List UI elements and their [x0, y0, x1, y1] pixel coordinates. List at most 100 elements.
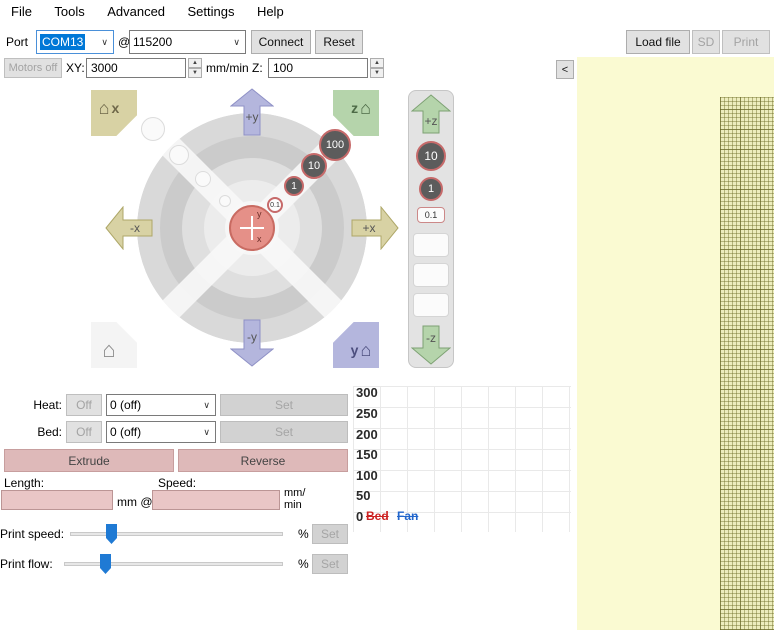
bed-label: Bed:: [37, 425, 62, 439]
port-combobox[interactable]: COM13 ∨: [36, 30, 114, 54]
print-speed-label: Print speed:: [0, 527, 65, 541]
print-flow-percent-label: %: [298, 557, 309, 571]
collapse-panel-button[interactable]: <: [556, 60, 574, 79]
chevron-down-icon[interactable]: ∨: [228, 37, 245, 48]
print-flow-label: Print flow:: [0, 557, 53, 571]
connect-button[interactable]: Connect: [251, 30, 311, 54]
jog-chain-circle: [169, 145, 189, 165]
menu-help[interactable]: Help: [248, 0, 293, 23]
center-x-label: x: [257, 234, 262, 244]
crosshair-icon: [251, 216, 253, 240]
load-file-button[interactable]: Load file: [626, 30, 690, 54]
print-flow-slider-thumb[interactable]: [100, 554, 111, 574]
bed-preset-combobox[interactable]: 0 (off) ∨: [106, 421, 216, 443]
port-combobox-value: COM13: [40, 34, 86, 50]
jog-minus-y-button[interactable]: -y: [230, 319, 274, 367]
bed-preset-value: 0 (off): [110, 425, 142, 439]
print-speed-slider-track[interactable]: [70, 532, 283, 536]
z-distance-0.1[interactable]: 0.1: [417, 207, 445, 223]
minus-y-label: -y: [247, 330, 257, 344]
print-flow-slider-track[interactable]: [64, 562, 283, 566]
minus-z-label: -z: [426, 331, 436, 345]
temperature-graph: 300 250 200 150 100 50 0 Bed Fan: [353, 385, 571, 532]
heat-preset-value: 0 (off): [110, 398, 142, 412]
ytick-100: 100: [356, 468, 378, 483]
spin-down-icon[interactable]: ▼: [188, 68, 202, 78]
ytick-150: 150: [356, 447, 378, 462]
jog-plus-x-button[interactable]: +x: [351, 206, 399, 250]
home-y-label: y: [350, 342, 359, 358]
mm-min-line2: min: [284, 499, 302, 511]
jog-chain-circle: [195, 171, 211, 187]
chevron-down-icon[interactable]: ∨: [96, 37, 113, 48]
spin-up-icon[interactable]: ▲: [188, 58, 202, 68]
z-distance-10[interactable]: 10: [416, 141, 446, 171]
bed-off-button[interactable]: Off: [66, 421, 102, 443]
mm-min-line1: mm/: [284, 487, 306, 499]
jog-minus-z-button[interactable]: -z: [411, 325, 451, 365]
print-flow-set-button[interactable]: Set: [312, 554, 348, 574]
z-step-slot[interactable]: [413, 233, 449, 257]
jog-minus-x-button[interactable]: -x: [105, 206, 153, 250]
speed-label: Speed:: [158, 476, 197, 490]
extrude-speed-input[interactable]: [152, 490, 280, 510]
print-speed-slider-thumb[interactable]: [106, 524, 117, 544]
jog-distance-0.1[interactable]: 0.1: [267, 197, 283, 213]
z-step-slot[interactable]: [413, 293, 449, 317]
plus-x-label: +x: [362, 221, 375, 235]
jog-distance-100[interactable]: 100: [319, 129, 351, 161]
jog-distance-1[interactable]: 1: [284, 176, 304, 196]
chevron-down-icon[interactable]: ∨: [198, 427, 215, 438]
plus-y-label: +y: [245, 110, 258, 124]
home-z-label: z: [351, 100, 359, 116]
jog-pad: 0.1 1 10 100 y x +y -y -x +x ⌂ x z ⌂ ⌂ y…: [75, 86, 410, 381]
motors-off-button[interactable]: Motors off: [4, 58, 62, 78]
baud-combobox[interactable]: 115200 ∨: [129, 30, 246, 54]
ytick-200: 200: [356, 427, 378, 442]
jog-plus-y-button[interactable]: +y: [230, 88, 274, 136]
z-step-slot[interactable]: [413, 263, 449, 287]
build-plate-grid: [720, 97, 774, 630]
reset-button[interactable]: Reset: [315, 30, 363, 54]
heat-off-button[interactable]: Off: [66, 394, 102, 416]
house-icon: ⌂: [360, 340, 372, 360]
sd-button[interactable]: SD: [692, 30, 720, 54]
menu-tools[interactable]: Tools: [45, 0, 93, 23]
spin-down-icon[interactable]: ▼: [370, 68, 384, 78]
app-window: File Tools Advanced Settings Help Port C…: [0, 0, 774, 630]
z-speed-input[interactable]: 100: [268, 58, 368, 78]
spin-up-icon[interactable]: ▲: [370, 58, 384, 68]
length-label: Length:: [4, 476, 45, 490]
jog-center-button[interactable]: y x: [229, 205, 275, 251]
jog-chain-circle: [141, 117, 165, 141]
mm-min-label: mm/ min: [284, 487, 305, 511]
xy-speed-input[interactable]: 3000: [86, 58, 186, 78]
center-y-label: y: [257, 209, 262, 219]
menu-settings[interactable]: Settings: [179, 0, 244, 23]
mm-at-label: mm @: [117, 495, 153, 509]
xy-speed-stepper[interactable]: ▲ ▼: [188, 58, 202, 78]
reverse-button[interactable]: Reverse: [178, 449, 348, 472]
heat-set-button[interactable]: Set: [220, 394, 348, 416]
house-icon: ⌂: [98, 98, 110, 118]
z-distance-1[interactable]: 1: [419, 177, 443, 201]
bed-set-button[interactable]: Set: [220, 421, 348, 443]
gcode-viewer-panel[interactable]: [577, 57, 774, 630]
extrude-button[interactable]: Extrude: [4, 449, 174, 472]
chevron-down-icon[interactable]: ∨: [198, 400, 215, 411]
heat-preset-combobox[interactable]: 0 (off) ∨: [106, 394, 216, 416]
jog-plus-z-button[interactable]: +z: [411, 94, 451, 134]
ytick-250: 250: [356, 406, 378, 421]
home-all-button[interactable]: ⌂: [91, 322, 137, 368]
z-speed-stepper[interactable]: ▲ ▼: [370, 58, 384, 78]
heat-label: Heat:: [33, 398, 62, 412]
print-button[interactable]: Print: [722, 30, 770, 54]
jog-distance-10[interactable]: 10: [301, 153, 327, 179]
extrude-length-input[interactable]: [1, 490, 113, 510]
bed-legend-label: Bed: [366, 509, 389, 523]
print-speed-set-button[interactable]: Set: [312, 524, 348, 544]
menu-advanced[interactable]: Advanced: [98, 0, 174, 23]
house-icon: ⌂: [102, 337, 116, 362]
menu-file[interactable]: File: [2, 0, 41, 23]
home-x-button[interactable]: ⌂ x: [91, 90, 137, 136]
